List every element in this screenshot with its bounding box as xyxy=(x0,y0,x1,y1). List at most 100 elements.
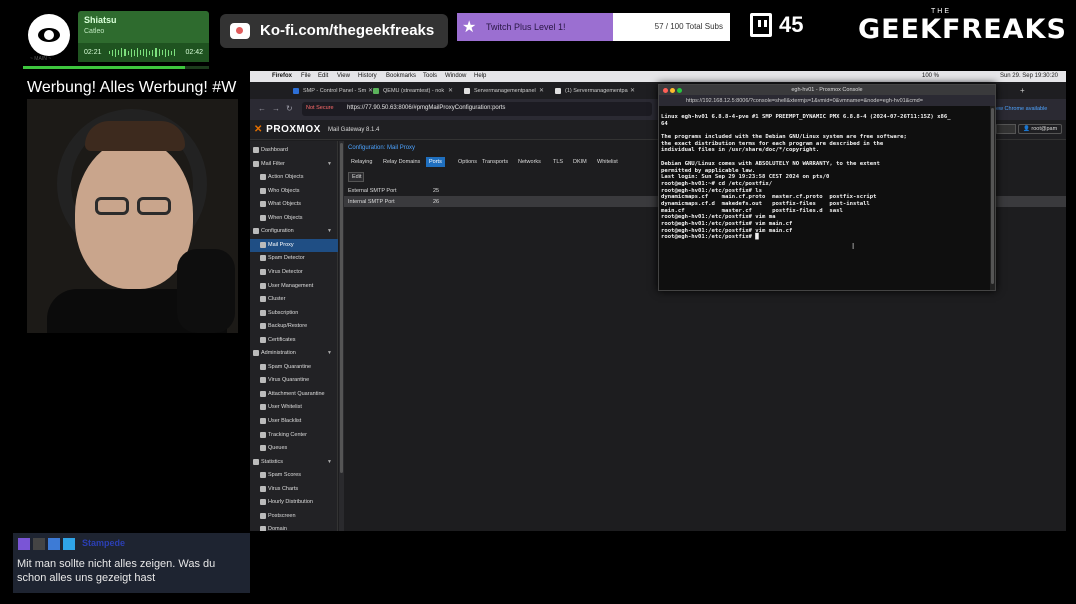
menubar-clock[interactable]: Sun 29. Sep 19:30:20 xyxy=(1000,73,1058,79)
tab-relay-domains[interactable]: Relay Domains xyxy=(380,157,423,167)
nav-item-user-management[interactable]: User Management xyxy=(250,280,338,293)
chevron-down-icon[interactable]: ▼ xyxy=(327,228,332,234)
nav-item-spam-scores[interactable]: Spam Scores xyxy=(250,469,338,482)
nav-item-when-objects[interactable]: When Objects xyxy=(250,212,338,225)
action-objects-icon xyxy=(260,174,266,181)
console-titlebar[interactable]: egh-hv01 - Proxmox Console xyxy=(659,85,995,95)
nav-item-label: User Whitelist xyxy=(268,404,302,411)
close-icon[interactable]: ✕ xyxy=(448,87,453,94)
tab-networks[interactable]: Networks xyxy=(515,157,544,167)
browser-tab[interactable]: Servermanagementpanel ✕ xyxy=(461,85,547,97)
nav-item-attachment-quarantine[interactable]: Attachment Quarantine xyxy=(250,388,338,401)
terminal-line: individual files in /usr/share/doc/*/cop… xyxy=(661,147,820,154)
nav-item-domain[interactable]: Domain xyxy=(250,523,338,531)
tab-ports[interactable]: Ports xyxy=(426,157,445,167)
nav-item-mail-filter[interactable]: Mail Filter ▼ xyxy=(250,158,338,171)
nav-item-subscription[interactable]: Subscription xyxy=(250,307,338,320)
nav-item-label: Mail Filter xyxy=(261,160,285,167)
tab-dkim[interactable]: DKIM xyxy=(570,157,590,167)
row-value: 26 xyxy=(433,199,440,205)
close-window-icon[interactable] xyxy=(663,88,668,93)
nav-item-certificates[interactable]: Certificates xyxy=(250,334,338,347)
maximize-window-icon[interactable] xyxy=(677,88,682,93)
tab-transports[interactable]: Transports xyxy=(479,157,511,167)
not-secure-label[interactable]: Not Secure xyxy=(306,105,334,111)
edit-button[interactable]: Edit xyxy=(348,172,364,182)
nav-item-action-objects[interactable]: Action Objects xyxy=(250,171,338,184)
nav-item-administration[interactable]: Administration ▼ xyxy=(250,347,338,360)
battery-status[interactable]: 100 % xyxy=(922,73,939,79)
chrome-update-hint[interactable]: ew Chrome available xyxy=(996,106,1047,112)
nav-item-mail-proxy[interactable]: Mail Proxy xyxy=(250,238,338,252)
nav-item-user-blacklist[interactable]: User Blacklist xyxy=(250,415,338,428)
nav-item-label: When Objects xyxy=(268,214,303,221)
user-management-icon xyxy=(260,282,266,289)
nav-item-dashboard[interactable]: Dashboard xyxy=(250,144,338,157)
nav-item-hourly-distribution[interactable]: Hourly Distribution xyxy=(250,496,338,509)
wave-bar xyxy=(152,49,154,56)
menu-window[interactable]: Window xyxy=(445,73,466,79)
menu-help[interactable]: Help xyxy=(474,73,486,79)
scrollbar-thumb[interactable] xyxy=(340,143,343,473)
menu-view[interactable]: View xyxy=(337,73,350,79)
tab-whitelist[interactable]: Whitelist xyxy=(594,157,621,167)
nav-item-spam-detector[interactable]: Spam Detector xyxy=(250,252,338,265)
nav-item-tracking-center[interactable]: Tracking Center xyxy=(250,429,338,442)
tab-relaying[interactable]: Relaying xyxy=(348,157,375,167)
chevron-down-icon[interactable]: ▼ xyxy=(327,350,332,356)
browser-tab[interactable]: (1) Servermanagementpa ✕ xyxy=(552,85,638,97)
tab-options[interactable]: Options xyxy=(455,157,480,167)
menu-tools[interactable]: Tools xyxy=(423,73,437,79)
terminal-scrollbar[interactable] xyxy=(990,106,995,290)
nav-item-statistics[interactable]: Statistics ▼ xyxy=(250,456,338,469)
tab-label: Servermanagementpanel xyxy=(474,88,536,94)
nav-item-configuration[interactable]: Configuration ▼ xyxy=(250,225,338,238)
nav-item-what-objects[interactable]: What Objects xyxy=(250,198,338,211)
close-icon[interactable]: ✕ xyxy=(630,87,635,94)
menu-file[interactable]: File xyxy=(301,73,311,79)
new-tab-icon[interactable]: + xyxy=(1020,86,1025,95)
nav-item-user-whitelist[interactable]: User Whitelist xyxy=(250,401,338,414)
sub-goal-count: 57 / 100 Total Subs xyxy=(654,22,723,31)
scrollbar-thumb[interactable] xyxy=(991,108,994,284)
browser-tab[interactable]: QEMU (streamtest) - nok ✕ xyxy=(370,85,456,97)
chat-username: Stampede xyxy=(82,538,126,548)
nav-item-cluster[interactable]: Cluster xyxy=(250,293,338,306)
nav-item-who-objects[interactable]: Who Objects xyxy=(250,185,338,198)
docs-button[interactable] xyxy=(996,124,1016,134)
wave-bar xyxy=(133,49,135,56)
back-icon[interactable]: ← xyxy=(258,104,266,113)
address-bar[interactable]: Not Secure https://77.90.50.63:8006/#pmg… xyxy=(302,102,652,116)
waveform-icon xyxy=(109,48,176,57)
forward-icon[interactable]: → xyxy=(272,104,280,113)
chevron-down-icon[interactable]: ▼ xyxy=(327,459,332,465)
tab-tls[interactable]: TLS xyxy=(550,157,566,167)
menu-app-name[interactable]: Firefox xyxy=(272,73,292,79)
chevron-down-icon[interactable]: ▼ xyxy=(327,161,332,167)
proxmox-logo[interactable]: ✕ PROXMOX xyxy=(254,124,321,135)
minimize-window-icon[interactable] xyxy=(670,88,675,93)
nav-item-spam-quarantine[interactable]: Spam Quarantine xyxy=(250,361,338,374)
terminal-line: 64 xyxy=(661,120,668,127)
menu-history[interactable]: History xyxy=(358,73,377,79)
reload-icon[interactable]: ↻ xyxy=(286,104,293,113)
user-menu-button[interactable]: 👤 root@pam xyxy=(1018,124,1062,134)
nav-item-virus-quarantine[interactable]: Virus Quarantine xyxy=(250,374,338,387)
terminal-output[interactable]: Linux egh-hv01 6.8.8-4-pve #1 SMP PREEMP… xyxy=(661,114,991,241)
menu-bookmarks[interactable]: Bookmarks xyxy=(386,73,416,79)
console-address-bar[interactable]: https://192.168.12.5:8006/?console=shell… xyxy=(659,95,995,106)
user-blacklist-icon xyxy=(260,418,266,424)
nav-item-queues[interactable]: Queues xyxy=(250,442,338,455)
nav-item-postscreen[interactable]: Postscreen xyxy=(250,510,338,523)
close-icon[interactable]: ✕ xyxy=(539,87,544,94)
wave-bar xyxy=(136,48,138,57)
menu-edit[interactable]: Edit xyxy=(318,73,328,79)
mail-filter-icon xyxy=(253,160,259,167)
tab-favicon xyxy=(555,88,561,94)
browser-tab[interactable]: SMP - Control Panel - Sm ✕ xyxy=(290,85,376,97)
nav-item-virus-detector[interactable]: Virus Detector xyxy=(250,266,338,279)
nav-item-backup-restore[interactable]: Backup/Restore xyxy=(250,320,338,333)
nav-item-virus-charts[interactable]: Virus Charts xyxy=(250,483,338,496)
url-text[interactable]: https://77.90.50.63:8006/#pmgMailProxyCo… xyxy=(347,105,505,111)
hair-shape xyxy=(85,121,185,151)
